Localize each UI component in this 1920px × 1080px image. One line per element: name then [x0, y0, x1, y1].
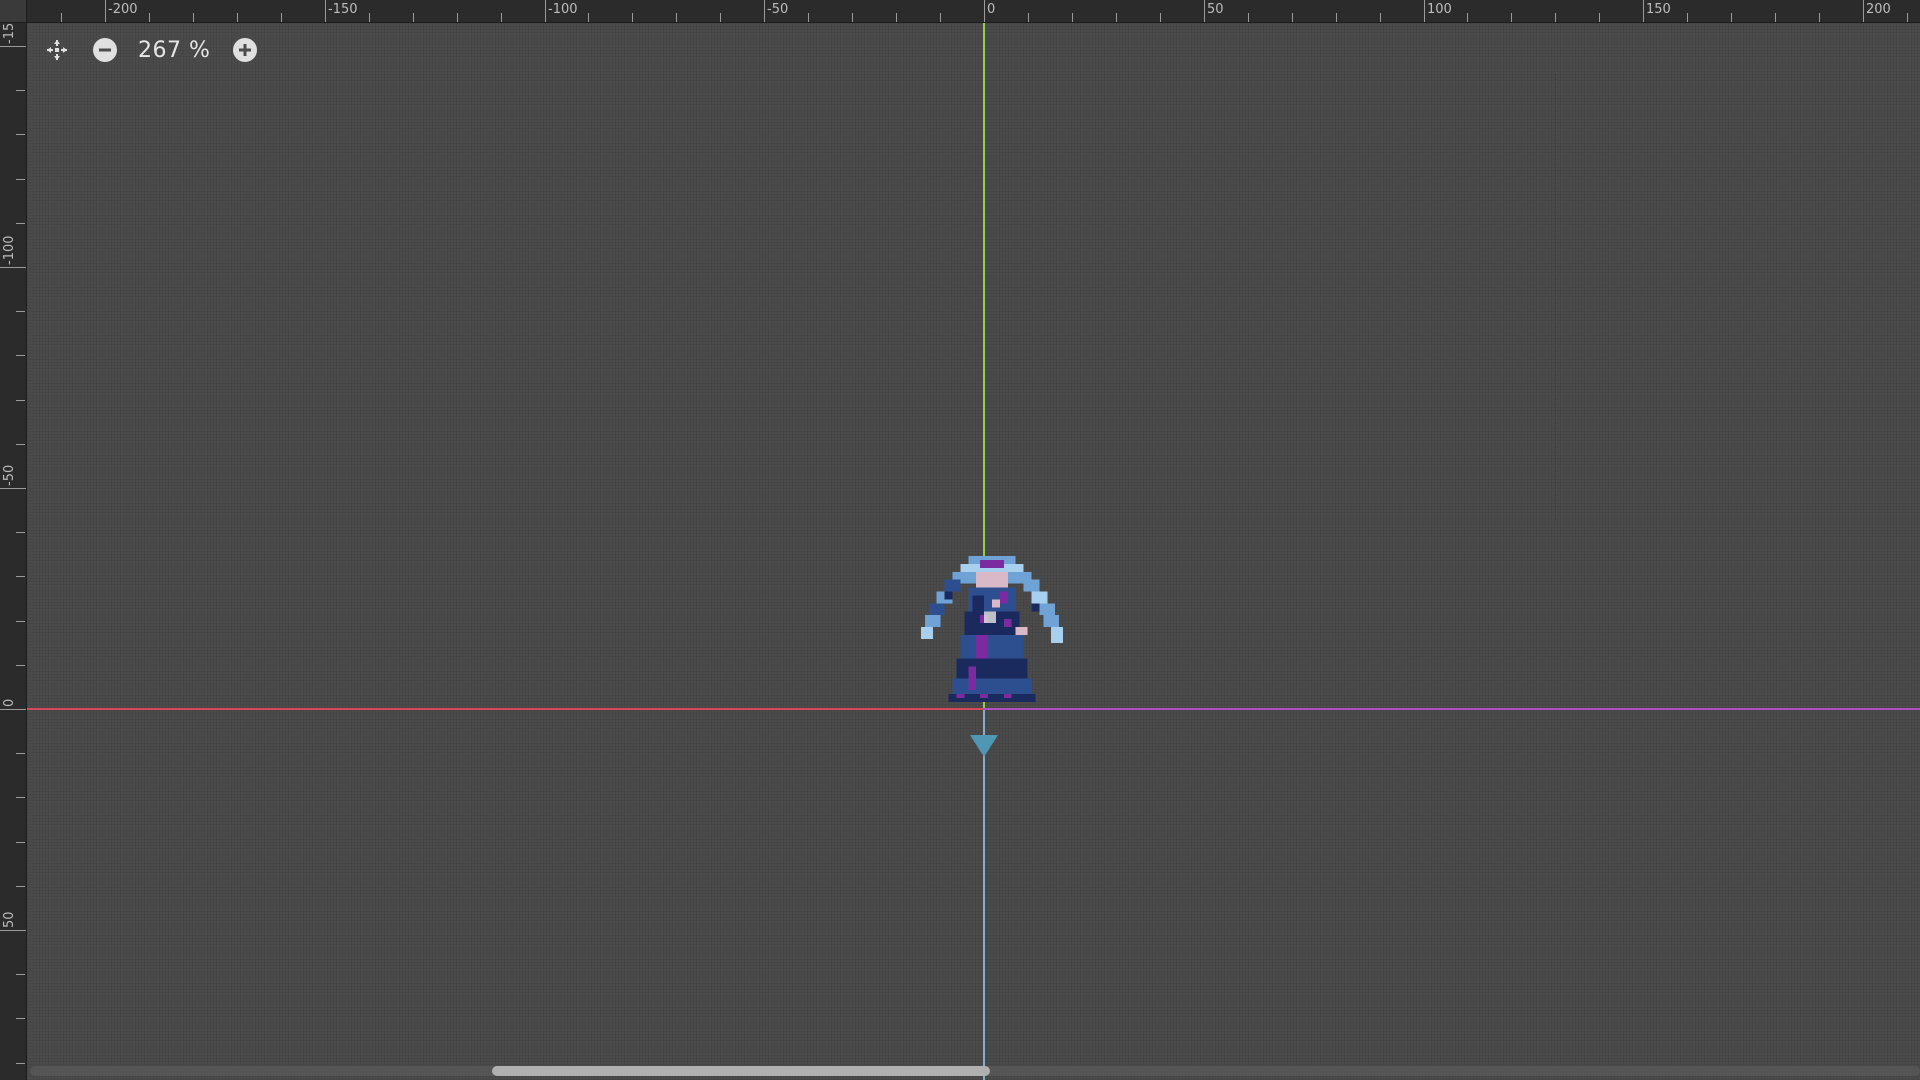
ruler-tick [16, 532, 25, 533]
ruler-tick [0, 709, 26, 710]
ruler-tick [16, 134, 25, 135]
ruler-tick [1819, 13, 1820, 22]
ruler-tick [1292, 13, 1293, 22]
ruler-tick [16, 1018, 25, 1019]
ruler-tick [1687, 13, 1688, 22]
pixel-art-character[interactable] [912, 556, 1072, 706]
ruler-tick [588, 13, 589, 22]
ruler-tick [16, 1063, 25, 1064]
ruler-tick [237, 13, 238, 22]
ruler-tick [1336, 13, 1337, 22]
ruler-tick [940, 13, 941, 22]
ruler-label: -50 [2, 464, 17, 486]
ruler-tick [764, 0, 765, 22]
ruler-tick [16, 621, 25, 622]
ruler-tick [1555, 13, 1556, 22]
canvas-viewport[interactable]: -200 -150 -100 -50 0 50 100 150 200 -150 -100 -50 0… [0, 0, 1920, 1080]
ruler-tick [984, 0, 985, 22]
y-axis-negative [983, 709, 985, 1080]
ruler-tick [1028, 13, 1029, 22]
bounds-guide-line [1555, 74, 1556, 520]
x-axis-negative [26, 708, 984, 710]
ruler-tick [896, 13, 897, 22]
recenter-icon [47, 40, 67, 60]
ruler-tick [1775, 13, 1776, 22]
ruler-tick [325, 0, 326, 22]
ruler-tick [1380, 13, 1381, 22]
ruler-tick [369, 13, 370, 22]
down-direction-arrow-icon [970, 735, 998, 757]
ruler-tick [105, 0, 106, 22]
ruler-label: 50 [2, 911, 17, 928]
ruler-label: 0 [987, 2, 996, 17]
ruler-tick [16, 665, 25, 666]
ruler-label: 50 [1207, 2, 1224, 17]
ruler-tick [16, 400, 25, 401]
ruler-label: -100 [548, 2, 578, 17]
ruler-tick [1467, 13, 1468, 22]
ruler-tick [632, 13, 633, 22]
ruler-label: 100 [1427, 2, 1452, 17]
ruler-tick [16, 90, 25, 91]
ruler-tick [16, 797, 25, 798]
zoom-out-button[interactable] [88, 34, 122, 66]
zoom-toolbar: 267 % [40, 34, 262, 66]
ruler-tick [16, 223, 25, 224]
ruler-tick [16, 753, 25, 754]
ruler-tick [808, 13, 809, 22]
ruler-tick [501, 13, 502, 22]
ruler-tick [1731, 13, 1732, 22]
ruler-tick [1248, 13, 1249, 22]
recenter-button[interactable] [40, 34, 74, 66]
ruler-tick [16, 444, 25, 445]
zoom-level-readout: 267 % [138, 37, 211, 63]
horizontal-ruler: -200 -150 -100 -50 0 50 100 150 200 [0, 0, 1920, 23]
ruler-tick [852, 13, 853, 22]
ruler-tick [0, 46, 26, 47]
vertical-ruler: -150 -100 -50 0 50 [0, 0, 27, 1080]
ruler-tick [1116, 13, 1117, 22]
ruler-tick [720, 13, 721, 22]
ruler-label: 200 [1866, 2, 1891, 17]
ruler-tick [16, 974, 25, 975]
ruler-label: 0 [2, 698, 17, 707]
ruler-tick [16, 311, 25, 312]
ruler-tick [1072, 13, 1073, 22]
ruler-tick [1643, 0, 1644, 22]
ruler-tick [457, 13, 458, 22]
ruler-tick [16, 886, 25, 887]
ruler-tick [1511, 13, 1512, 22]
ruler-tick [149, 13, 150, 22]
ruler-corner [0, 0, 27, 23]
zoom-out-icon [93, 38, 117, 62]
ruler-tick [0, 930, 26, 931]
ruler-tick [193, 13, 194, 22]
ruler-tick [1907, 13, 1908, 22]
ruler-tick [61, 13, 62, 22]
x-axis-positive [984, 708, 1920, 710]
ruler-tick [1599, 13, 1600, 22]
ruler-tick [16, 179, 25, 180]
ruler-tick [1863, 0, 1864, 22]
ruler-tick [16, 842, 25, 843]
ruler-label: 150 [1646, 2, 1671, 17]
ruler-tick [16, 355, 25, 356]
horizontal-scrollbar-thumb[interactable] [492, 1066, 990, 1076]
ruler-tick [545, 0, 546, 22]
zoom-in-button[interactable] [228, 34, 262, 66]
ruler-tick [413, 13, 414, 22]
ruler-label: -150 [328, 2, 358, 17]
ruler-label: -50 [767, 2, 789, 17]
ruler-tick [0, 488, 26, 489]
ruler-tick [16, 576, 25, 577]
ruler-tick [1424, 0, 1425, 22]
ruler-tick [1160, 13, 1161, 22]
ruler-tick [0, 267, 26, 268]
zoom-in-icon [233, 38, 258, 62]
ruler-tick [1204, 0, 1205, 22]
ruler-tick [676, 13, 677, 22]
ruler-label: -100 [2, 235, 17, 265]
ruler-label: -200 [108, 2, 138, 17]
ruler-tick [281, 13, 282, 22]
